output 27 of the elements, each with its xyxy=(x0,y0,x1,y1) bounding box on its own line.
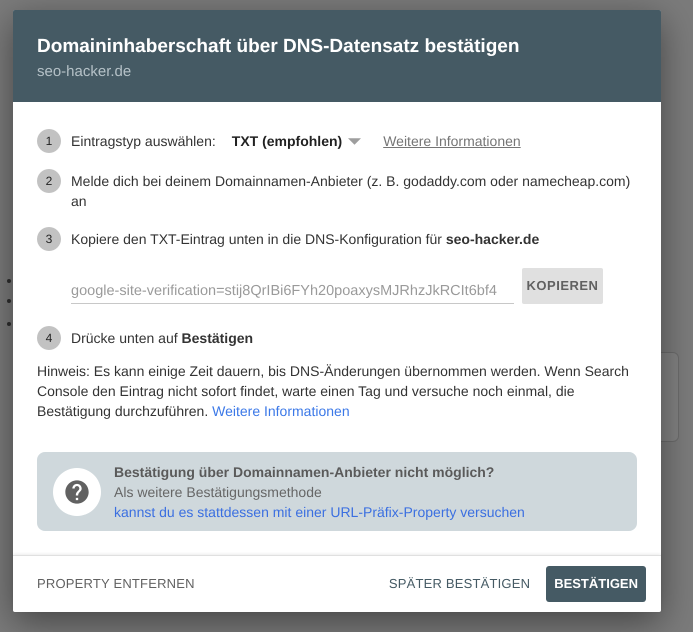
caret-icon xyxy=(348,138,362,144)
more-info-link[interactable]: Weitere Informationen xyxy=(383,131,521,151)
step-text: Kopiere den TXT-Eintrag unten in die DNS-Konfiguration für seo-hacker.de xyxy=(71,230,540,249)
remove-property-button[interactable]: PROPERTY ENTFERNEN xyxy=(37,574,195,594)
step-number: 4 xyxy=(37,326,61,350)
dialog-title: Domaininhaberschaft über DNS-Datensatz bestätigen xyxy=(37,35,520,59)
step-text: Melde dich bei deinem Domainnamen-Anbieter (z. B. godaddy.com oder namecheap.com) an xyxy=(71,172,631,211)
more-info-link[interactable]: Weitere Informationen xyxy=(212,403,350,419)
url-prefix-link[interactable]: kannst du es stattdessen mit einer URL-Präfix-Property versuchen xyxy=(114,502,525,522)
step-number: 2 xyxy=(37,169,61,193)
step-number: 3 xyxy=(37,227,61,251)
step-text: Drücke unten auf Bestätigen xyxy=(71,329,254,348)
step-number: 1 xyxy=(37,129,61,153)
record-type-select[interactable]: TXT (empfohlen) xyxy=(232,131,362,151)
copy-button[interactable]: KOPIEREN xyxy=(522,268,603,304)
step-label: Eintragstyp auswählen: xyxy=(71,132,216,151)
bullet-icon xyxy=(7,322,11,326)
bullet-icon xyxy=(7,299,11,303)
bullet-icon xyxy=(7,279,11,283)
txt-record-field[interactable]: google-site-verification=stij8QrIBi6FYh20poaxysMJRhzJkRCIt6bf4 xyxy=(71,271,514,304)
help-icon xyxy=(53,468,101,516)
verify-later-button[interactable]: SPÄTER BESTÄTIGEN xyxy=(388,574,530,594)
alternative-title: Bestätigung über Domainnamen-Anbieter nicht möglich? xyxy=(114,463,496,482)
dialog-subtitle: seo-hacker.de xyxy=(37,62,132,82)
alternative-text: Als weitere Bestätigungsmethode xyxy=(114,483,323,502)
verify-button[interactable]: BESTÄTIGEN xyxy=(546,566,646,602)
note-text: Hinweis: Es kann einige Zeit dauern, bis DNS-Änderungen übernommen werden. Wenn Search Console den Eintrag nicht sofort findet, warte einen Tag und versuche noch einmal, die Bestätigung durchzuführen. Weitere Informationen xyxy=(37,362,630,421)
